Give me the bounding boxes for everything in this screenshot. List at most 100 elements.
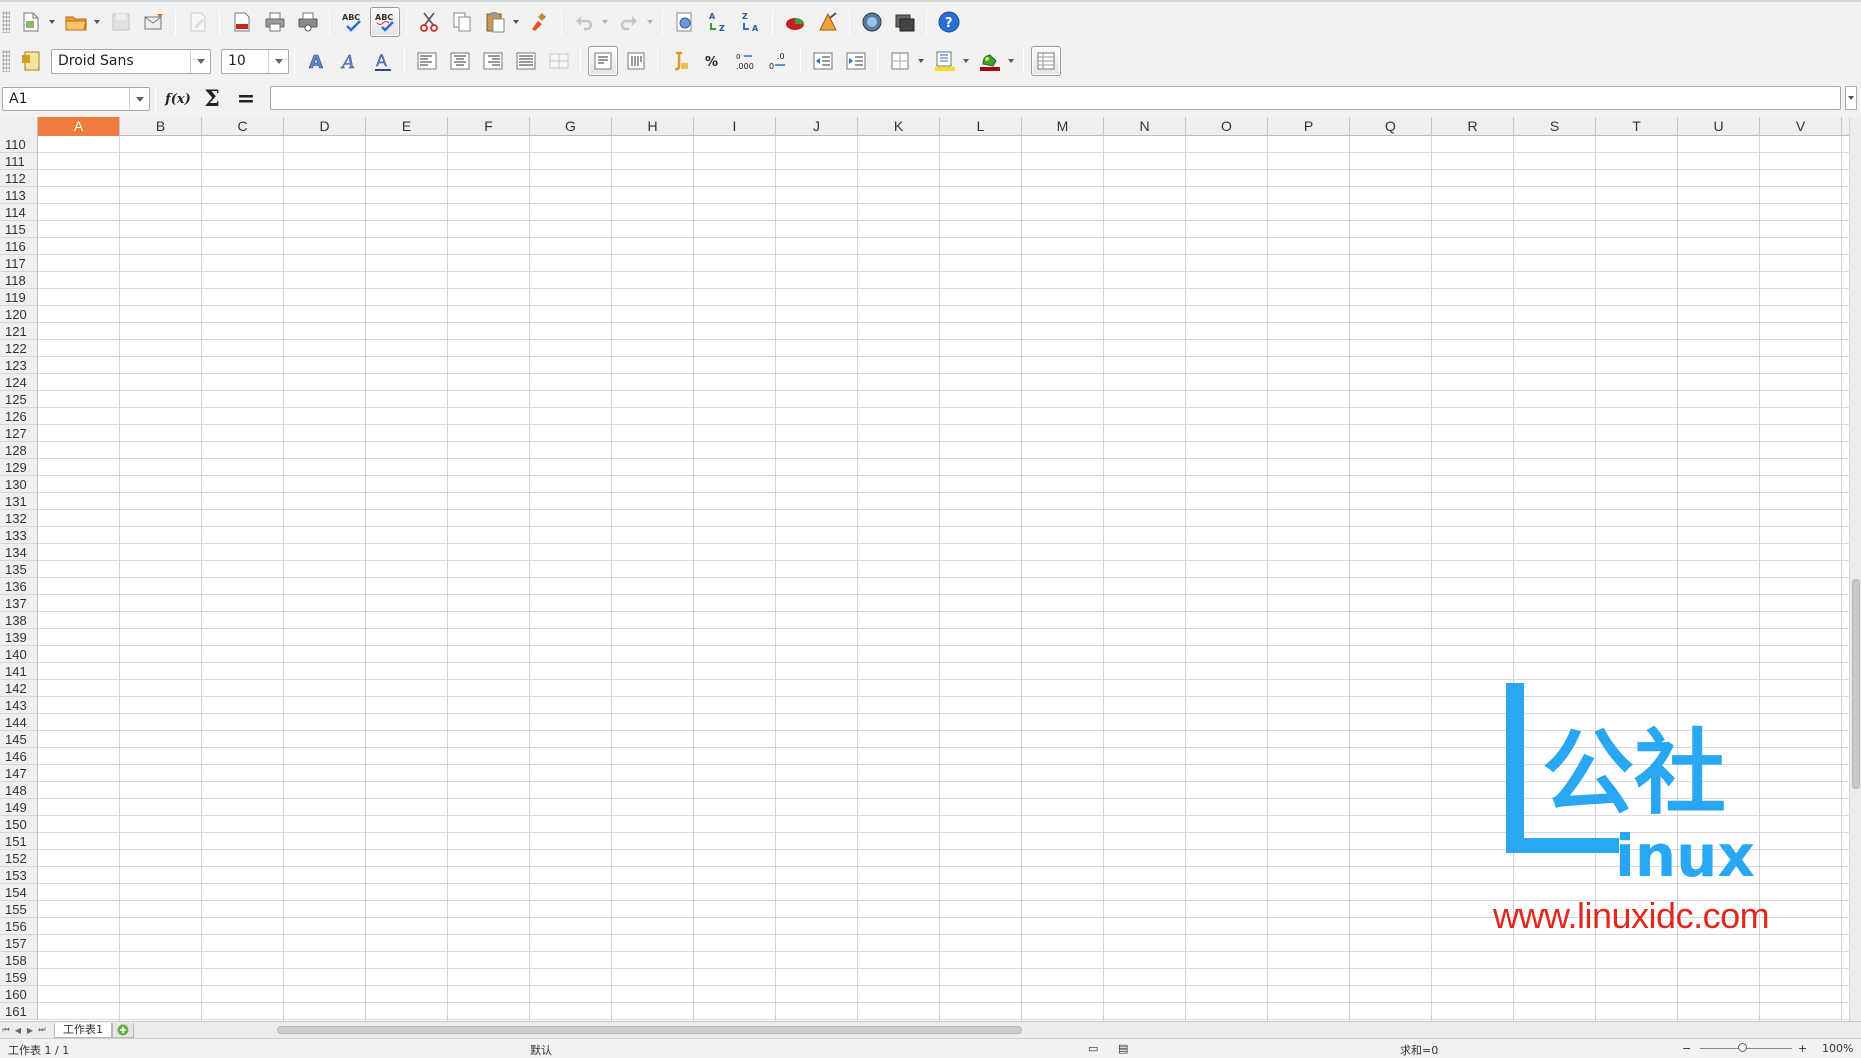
row-header[interactable]: 151 bbox=[0, 833, 37, 850]
percent-format-button[interactable]: % bbox=[698, 46, 728, 76]
zoom-level[interactable]: 100% bbox=[1822, 1042, 1853, 1055]
number-format-button[interactable]: 0.000 bbox=[731, 46, 761, 76]
vertical-scroll-thumb[interactable] bbox=[1852, 579, 1860, 789]
open-button[interactable] bbox=[61, 7, 91, 37]
column-header-f[interactable]: F bbox=[448, 117, 530, 136]
row-header[interactable]: 133 bbox=[0, 527, 37, 544]
export-pdf-button[interactable] bbox=[227, 7, 257, 37]
formula-expand-button[interactable] bbox=[1845, 86, 1857, 110]
scroll-down-arrow[interactable] bbox=[1852, 1011, 1860, 1019]
increase-indent-button[interactable] bbox=[841, 46, 871, 76]
row-header[interactable]: 130 bbox=[0, 476, 37, 493]
row-header[interactable]: 141 bbox=[0, 663, 37, 680]
cut-button[interactable] bbox=[414, 7, 444, 37]
row-header[interactable]: 144 bbox=[0, 714, 37, 731]
background-color-button[interactable] bbox=[930, 46, 960, 76]
sort-ascending-button[interactable]: AZ bbox=[703, 7, 733, 37]
page-style[interactable]: 默认 bbox=[530, 1042, 552, 1058]
row-header[interactable]: 140 bbox=[0, 646, 37, 663]
row-header[interactable]: 145 bbox=[0, 731, 37, 748]
row-header[interactable]: 126 bbox=[0, 408, 37, 425]
toolbar-grip[interactable] bbox=[2, 50, 10, 72]
decrease-indent-button[interactable] bbox=[808, 46, 838, 76]
row-header[interactable]: 110 bbox=[0, 136, 37, 153]
font-size-value[interactable]: 10 bbox=[222, 53, 268, 69]
name-box-value[interactable]: A1 bbox=[3, 91, 129, 107]
redo-dropdown[interactable] bbox=[645, 7, 655, 37]
row-header[interactable]: 131 bbox=[0, 493, 37, 510]
italic-button[interactable]: A bbox=[335, 46, 365, 76]
vertical-text-button[interactable] bbox=[621, 46, 651, 76]
sort-descending-button[interactable]: ZA bbox=[736, 7, 766, 37]
toolbar-grip[interactable] bbox=[2, 11, 10, 33]
edit-mode-button[interactable] bbox=[183, 7, 213, 37]
column-header-t[interactable]: T bbox=[1596, 117, 1678, 136]
vertical-scrollbar[interactable] bbox=[1849, 117, 1861, 1021]
row-header[interactable]: 157 bbox=[0, 935, 37, 952]
bold-button[interactable]: A bbox=[302, 46, 332, 76]
first-sheet-icon[interactable]: ⏮ bbox=[0, 1023, 12, 1038]
column-header-p[interactable]: P bbox=[1268, 117, 1350, 136]
align-right-button[interactable] bbox=[478, 46, 508, 76]
help-button[interactable]: ? bbox=[934, 7, 964, 37]
styles-button[interactable] bbox=[16, 46, 46, 76]
gallery-button[interactable] bbox=[857, 7, 887, 37]
align-left-button[interactable] bbox=[412, 46, 442, 76]
function-button[interactable]: = bbox=[231, 86, 261, 112]
row-header[interactable]: 122 bbox=[0, 340, 37, 357]
copy-button[interactable] bbox=[447, 7, 477, 37]
row-header[interactable]: 115 bbox=[0, 221, 37, 238]
redo-button[interactable] bbox=[614, 7, 644, 37]
row-header[interactable]: 137 bbox=[0, 595, 37, 612]
row-header[interactable]: 114 bbox=[0, 204, 37, 221]
row-header[interactable]: 119 bbox=[0, 289, 37, 306]
row-header[interactable]: 155 bbox=[0, 901, 37, 918]
next-sheet-icon[interactable]: ▶ bbox=[24, 1023, 36, 1038]
new-document-button[interactable] bbox=[16, 7, 46, 37]
active-cell-a1[interactable] bbox=[38, 136, 120, 153]
row-header[interactable]: 116 bbox=[0, 238, 37, 255]
row-header[interactable]: 142 bbox=[0, 680, 37, 697]
wrap-text-button[interactable] bbox=[587, 46, 618, 76]
new-document-dropdown[interactable] bbox=[47, 7, 57, 37]
last-sheet-icon[interactable]: ⏭ bbox=[36, 1023, 48, 1038]
paste-button[interactable] bbox=[480, 7, 510, 37]
row-header[interactable]: 124 bbox=[0, 374, 37, 391]
add-sheet-button[interactable] bbox=[112, 1022, 134, 1038]
font-name-box[interactable]: Droid Sans bbox=[51, 48, 211, 74]
row-header[interactable]: 123 bbox=[0, 357, 37, 374]
insert-chart-button[interactable] bbox=[780, 7, 810, 37]
open-dropdown[interactable] bbox=[92, 7, 102, 37]
selection-mode-icon[interactable]: ▭ bbox=[1088, 1042, 1098, 1055]
column-header-b[interactable]: B bbox=[120, 117, 202, 136]
undo-dropdown[interactable] bbox=[600, 7, 610, 37]
row-header[interactable]: 135 bbox=[0, 561, 37, 578]
row-header[interactable]: 134 bbox=[0, 544, 37, 561]
column-header-s[interactable]: S bbox=[1514, 117, 1596, 136]
column-header-k[interactable]: K bbox=[858, 117, 940, 136]
column-header-r[interactable]: R bbox=[1432, 117, 1514, 136]
horizontal-scroll-thumb[interactable] bbox=[277, 1026, 1022, 1034]
clone-formatting-button[interactable] bbox=[525, 7, 555, 37]
currency-format-button[interactable] bbox=[665, 46, 695, 76]
row-header[interactable]: 111 bbox=[0, 153, 37, 170]
row-header[interactable]: 136 bbox=[0, 578, 37, 595]
borders-button[interactable] bbox=[885, 46, 915, 76]
delete-decimal-button[interactable]: .0 0 bbox=[764, 46, 794, 76]
background-color-dropdown[interactable] bbox=[961, 46, 971, 76]
formula-input[interactable] bbox=[270, 86, 1841, 110]
column-header-o[interactable]: O bbox=[1186, 117, 1268, 136]
font-color-dropdown[interactable] bbox=[1006, 46, 1016, 76]
column-header-q[interactable]: Q bbox=[1350, 117, 1432, 136]
spellcheck-button[interactable]: ABC bbox=[337, 7, 367, 37]
row-header[interactable]: 156 bbox=[0, 918, 37, 935]
row-header[interactable]: 128 bbox=[0, 442, 37, 459]
column-header-j[interactable]: J bbox=[776, 117, 858, 136]
row-header[interactable]: 139 bbox=[0, 629, 37, 646]
row-header[interactable]: 153 bbox=[0, 867, 37, 884]
function-wizard-button[interactable]: f(x) bbox=[163, 86, 193, 112]
draw-functions-button[interactable] bbox=[813, 7, 843, 37]
row-header[interactable]: 158 bbox=[0, 952, 37, 969]
row-header[interactable]: 138 bbox=[0, 612, 37, 629]
zoom-out-icon[interactable]: − bbox=[1682, 1042, 1691, 1055]
